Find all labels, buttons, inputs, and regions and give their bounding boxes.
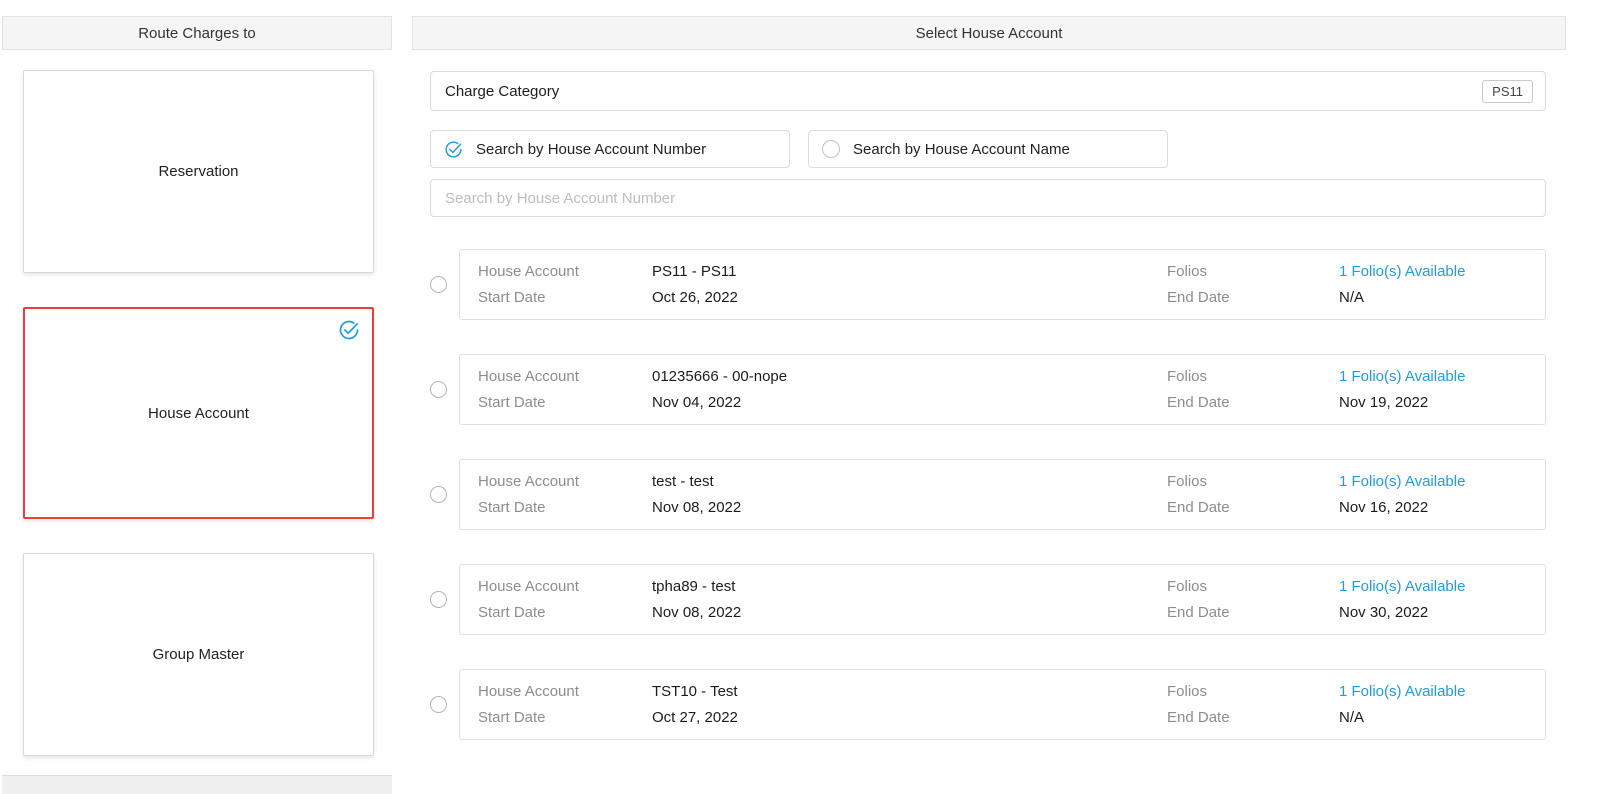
folios-label: Folios [1167, 578, 1339, 595]
house-account-card[interactable]: House Account tpha89 - test Folios 1 Fol… [459, 564, 1546, 635]
route-option-card[interactable]: Reservation [23, 70, 374, 273]
selected-check-icon [338, 319, 360, 341]
start-date-label: Start Date [478, 604, 652, 621]
end-date-value: Nov 19, 2022 [1339, 394, 1527, 411]
search-by-name-label: Search by House Account Name [853, 141, 1070, 158]
end-date-label: End Date [1167, 394, 1339, 411]
search-by-number-label: Search by House Account Number [476, 141, 706, 158]
folios-label: Folios [1167, 263, 1339, 280]
folios-label: Folios [1167, 368, 1339, 385]
charge-category-value-chip[interactable]: PS11 [1482, 80, 1533, 103]
house-account-label: House Account [478, 473, 652, 490]
house-account-name: TST10 - Test [652, 683, 1167, 700]
start-date-label: Start Date [478, 709, 652, 726]
check-circle-icon [444, 140, 463, 159]
account-select-radio[interactable] [430, 486, 447, 503]
route-option-label: House Account [148, 405, 249, 422]
start-date-value: Oct 26, 2022 [652, 289, 1167, 306]
folios-available-link[interactable]: 1 Folio(s) Available [1339, 263, 1527, 280]
start-date-value: Nov 04, 2022 [652, 394, 1167, 411]
left-panel-footer-strip [2, 775, 392, 794]
house-account-label: House Account [478, 683, 652, 700]
house-account-card[interactable]: House Account test - test Folios 1 Folio… [459, 459, 1546, 530]
select-house-account-title: Select House Account [916, 25, 1063, 42]
house-account-results-list: House Account PS11 - PS11 Folios 1 Folio… [430, 249, 1546, 740]
house-account-card[interactable]: House Account PS11 - PS11 Folios 1 Folio… [459, 249, 1546, 320]
house-account-row: House Account TST10 - Test Folios 1 Foli… [430, 669, 1546, 740]
account-select-radio[interactable] [430, 276, 447, 293]
account-select-radio[interactable] [430, 696, 447, 713]
house-account-search-input[interactable] [430, 179, 1546, 217]
route-option-card[interactable]: Group Master [23, 553, 374, 756]
route-options-list: Reservation House Account Group Master [2, 50, 392, 790]
route-charges-title: Route Charges to [138, 25, 256, 42]
radio-unchecked-icon [822, 140, 840, 158]
route-option-card[interactable]: House Account [23, 307, 374, 519]
route-option-label: Group Master [153, 646, 245, 663]
house-account-row: House Account 01235666 - 00-nope Folios … [430, 354, 1546, 425]
end-date-label: End Date [1167, 289, 1339, 306]
search-by-name-option[interactable]: Search by House Account Name [808, 130, 1168, 168]
route-option-label: Reservation [158, 163, 238, 180]
start-date-value: Nov 08, 2022 [652, 604, 1167, 621]
end-date-value: Nov 16, 2022 [1339, 499, 1527, 516]
folios-available-link[interactable]: 1 Folio(s) Available [1339, 683, 1527, 700]
select-house-account-body: Charge Category PS11 Search by House Acc… [412, 50, 1566, 774]
house-account-card[interactable]: House Account TST10 - Test Folios 1 Foli… [459, 669, 1546, 740]
house-account-label: House Account [478, 578, 652, 595]
select-house-account-panel: Select House Account Charge Category PS1… [412, 16, 1566, 794]
account-select-radio[interactable] [430, 591, 447, 608]
charge-category-label: Charge Category [445, 83, 559, 100]
house-account-row: House Account test - test Folios 1 Folio… [430, 459, 1546, 530]
end-date-label: End Date [1167, 604, 1339, 621]
house-account-label: House Account [478, 263, 652, 280]
start-date-label: Start Date [478, 289, 652, 306]
house-account-name: 01235666 - 00-nope [652, 368, 1167, 385]
house-account-name: test - test [652, 473, 1167, 490]
charge-category-field[interactable]: Charge Category PS11 [430, 71, 1546, 111]
search-mode-toggle-group: Search by House Account Number Search by… [430, 130, 1546, 168]
start-date-label: Start Date [478, 394, 652, 411]
select-house-account-header: Select House Account [412, 16, 1566, 50]
folios-available-link[interactable]: 1 Folio(s) Available [1339, 578, 1527, 595]
end-date-label: End Date [1167, 709, 1339, 726]
route-charges-header: Route Charges to [2, 16, 392, 50]
end-date-value: N/A [1339, 289, 1527, 306]
house-account-row: House Account tpha89 - test Folios 1 Fol… [430, 564, 1546, 635]
search-by-number-option[interactable]: Search by House Account Number [430, 130, 790, 168]
folios-available-link[interactable]: 1 Folio(s) Available [1339, 473, 1527, 490]
route-charges-panel: Route Charges to Reservation House Accou… [2, 16, 392, 794]
house-account-name: PS11 - PS11 [652, 263, 1167, 280]
house-account-label: House Account [478, 368, 652, 385]
folios-label: Folios [1167, 473, 1339, 490]
account-select-radio[interactable] [430, 381, 447, 398]
start-date-label: Start Date [478, 499, 652, 516]
folios-label: Folios [1167, 683, 1339, 700]
end-date-label: End Date [1167, 499, 1339, 516]
charge-routing-screen: Route Charges to Reservation House Accou… [0, 0, 1602, 794]
house-account-card[interactable]: House Account 01235666 - 00-nope Folios … [459, 354, 1546, 425]
start-date-value: Oct 27, 2022 [652, 709, 1167, 726]
folios-available-link[interactable]: 1 Folio(s) Available [1339, 368, 1527, 385]
house-account-name: tpha89 - test [652, 578, 1167, 595]
end-date-value: N/A [1339, 709, 1527, 726]
end-date-value: Nov 30, 2022 [1339, 604, 1527, 621]
start-date-value: Nov 08, 2022 [652, 499, 1167, 516]
house-account-row: House Account PS11 - PS11 Folios 1 Folio… [430, 249, 1546, 320]
